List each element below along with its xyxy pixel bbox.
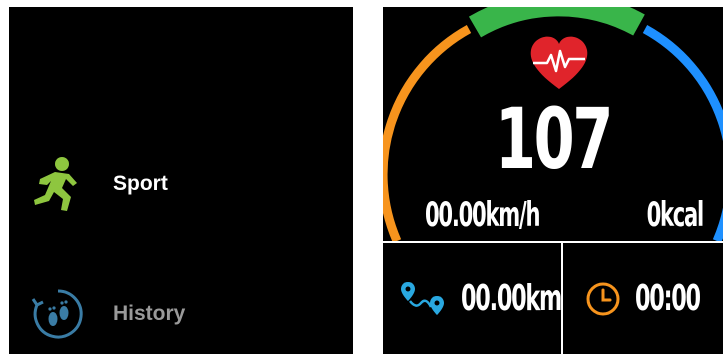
- calorie-value: 0kcal: [646, 195, 705, 235]
- distance-value: 00.00km: [461, 278, 562, 319]
- footprints-icon: [29, 285, 87, 343]
- menu-item-sport[interactable]: Sport: [29, 155, 168, 213]
- heart-rate-value: 107: [494, 90, 613, 188]
- route-icon: [399, 279, 447, 319]
- menu-item-history[interactable]: History: [29, 285, 185, 343]
- menu-screen: Sport History: [9, 7, 353, 354]
- heart-pulse-icon: [527, 33, 591, 93]
- workout-screen: 107 00.00km/h 0kcal 00.00km 00:00: [383, 7, 723, 354]
- running-person-icon: [29, 155, 87, 213]
- duration-value: 00:00: [635, 278, 701, 319]
- speed-value: 00.00km/h: [425, 195, 540, 235]
- menu-item-label: History: [113, 302, 186, 325]
- menu-item-label: Sport: [113, 172, 168, 195]
- distance-tile: 00.00km: [383, 243, 562, 354]
- clock-icon: [585, 281, 621, 317]
- duration-tile: 00:00: [563, 243, 723, 354]
